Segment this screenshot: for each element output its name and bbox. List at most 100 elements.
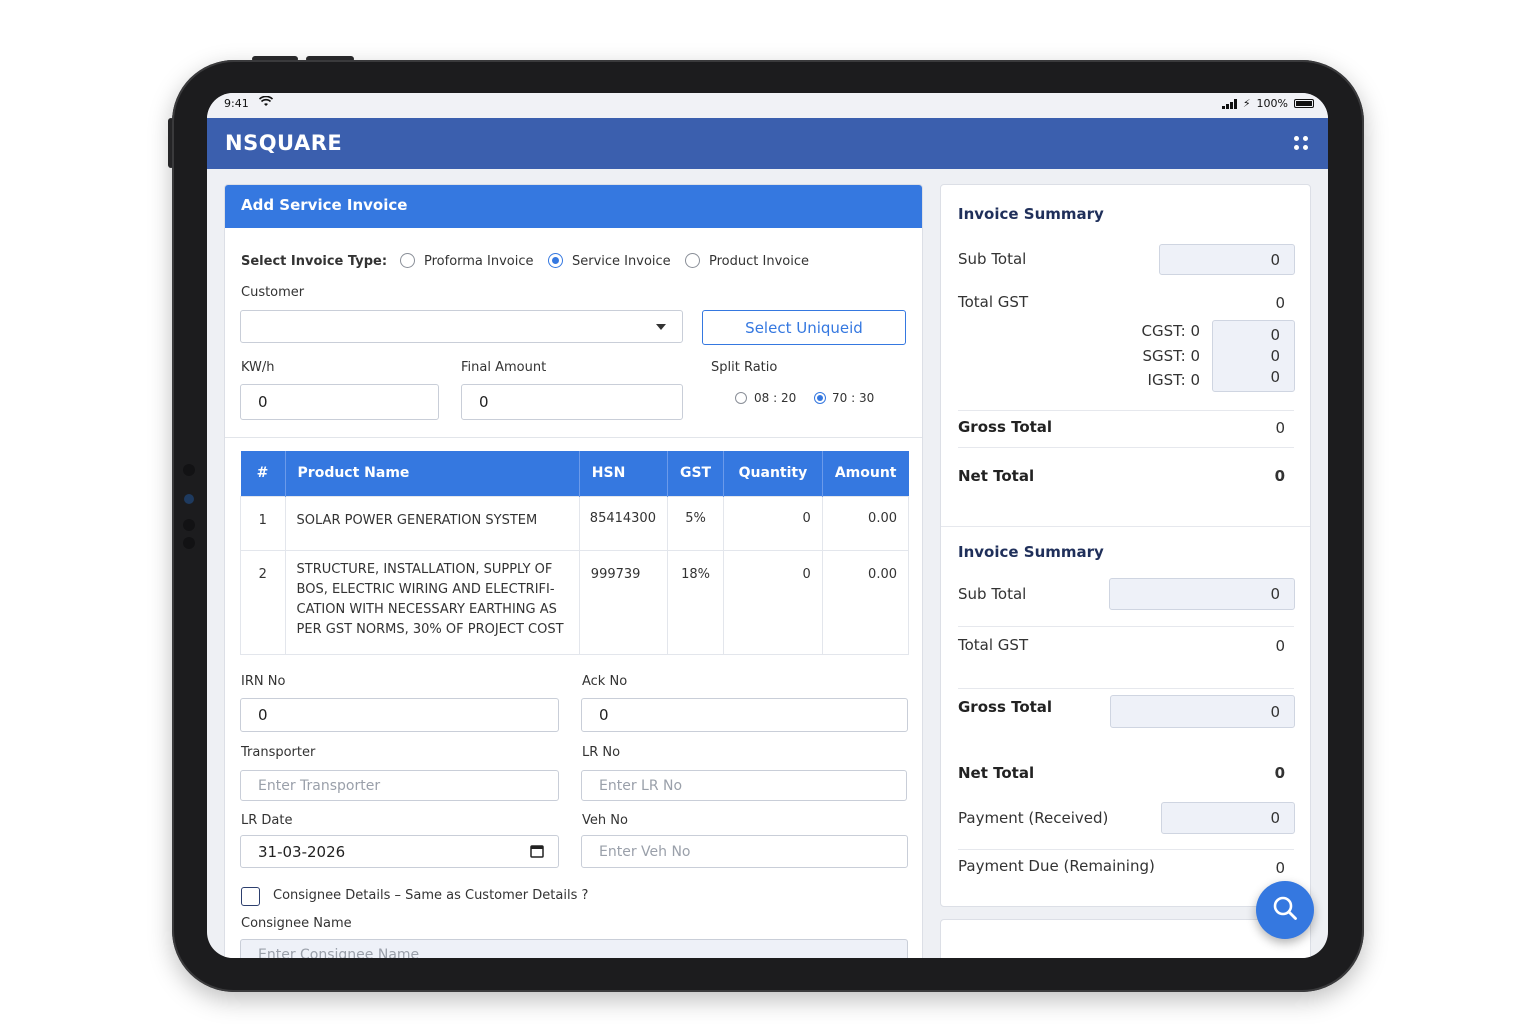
consignee-name-label: Consignee Name [241,916,352,931]
transporter-input[interactable]: Enter Transporter [240,770,559,801]
app-brand: NSQUARE [225,131,343,155]
split-70-30-label: 70 : 30 [832,391,875,405]
row-quantity[interactable]: 0 [723,495,823,551]
ack-label: Ack No [582,674,628,689]
summary-title: Invoice Summary [958,205,1104,223]
total-gst-label-2: Total GST [958,636,1029,654]
sgst-value: 0 [1270,346,1280,365]
gross-total-label: Gross Total [958,418,1053,436]
customer-label: Customer [241,285,305,300]
radio-product-label: Product Invoice [709,254,809,269]
wifi-icon [258,95,274,110]
customer-select[interactable] [240,310,683,343]
signal-icon [1221,98,1237,109]
irn-input[interactable]: 0 [240,698,559,732]
summary-divider [958,626,1294,627]
consignee-name-input[interactable]: Enter Consignee Name [240,939,908,958]
row-hsn: 999739 [578,549,668,655]
net-total-value: 0 [1274,467,1285,485]
battery-percent: 100% [1256,97,1288,110]
tablet-sensor [183,537,195,549]
cgst-value: 0 [1270,325,1280,344]
radio-service-label: Service Invoice [572,254,671,269]
gst-breakdown-field: 0 0 0 [1212,320,1295,392]
radio-product-invoice[interactable] [685,253,700,268]
col-header-quantity: Quantity [723,451,823,496]
kwh-input[interactable]: 0 [240,384,439,420]
radio-proforma-invoice[interactable] [400,253,415,268]
gross-total-value: 0 [1275,419,1285,437]
tablet-screen: 9:41 ⚡ 100% NSQUARE Add Service Invoice … [207,93,1328,958]
total-gst-value-2: 0 [1275,637,1285,655]
table-row: 1 SOLAR POWER GENERATION SYSTEM 85414300… [240,495,910,551]
table-row: 2 STRUCTURE, INSTALLATION, SUPPLY OF BOS… [240,549,910,655]
veh-no-input[interactable]: Enter Veh No [581,835,908,868]
payment-received-field[interactable]: 0 [1161,802,1295,834]
net-total-value-2: 0 [1274,764,1285,782]
total-gst-label: Total GST [958,293,1029,311]
igst-value: 0 [1270,368,1280,387]
tablet-sensor [183,464,195,476]
sub-total-label-2: Sub Total [958,585,1027,603]
row-product-name: STRUCTURE, INSTALLATION, SUPPLY OF BOS, … [284,549,580,655]
consignee-same-checkbox[interactable] [241,887,260,906]
status-bar: 9:41 ⚡ 100% [207,93,1328,118]
tablet-camera [184,494,194,504]
summary-divider [958,849,1294,850]
lr-date-input[interactable]: 31-03-2026 [240,835,559,868]
radio-split-70-30[interactable] [814,392,826,404]
col-header-gst: GST [667,451,725,496]
veh-no-label: Veh No [582,813,628,828]
row-number: 1 [240,495,286,551]
summary-section-divider [941,526,1310,527]
form-title: Add Service Invoice [225,185,922,228]
sub-total-field: 0 [1159,244,1295,275]
gross-total-field-2: 0 [1110,695,1295,728]
row-product-name: SOLAR POWER GENERATION SYSTEM [284,495,580,551]
tablet-sensor [183,519,195,531]
charging-icon: ⚡ [1242,97,1251,110]
col-header-number: # [240,451,286,496]
col-header-product-name: Product Name [285,451,580,496]
final-amount-label: Final Amount [461,360,547,375]
radio-proforma-label: Proforma Invoice [424,254,534,269]
col-header-hsn: HSN [579,451,668,496]
status-time: 9:41 [224,97,249,110]
search-icon [1272,895,1298,925]
row-quantity[interactable]: 0 [723,549,823,655]
cgst-label: CGST: 0 [1141,322,1201,340]
apps-menu-icon[interactable] [1294,136,1308,150]
final-amount-input[interactable]: 0 [461,384,683,420]
payment-received-label: Payment (Received) [958,809,1109,827]
split-08-20-label: 08 : 20 [754,391,797,405]
radio-service-invoice[interactable] [548,253,563,268]
net-total-label-2: Net Total [958,764,1035,782]
summary-divider [958,688,1294,689]
select-uniqueid-button[interactable]: Select Uniqueid [702,310,906,345]
payment-due-value: 0 [1275,859,1285,877]
product-table: # Product Name HSN GST Quantity Amount 1… [240,451,910,655]
lr-date-label: LR Date [241,813,293,828]
split-ratio-label: Split Ratio [711,360,778,375]
summary-divider [958,410,1294,411]
transporter-label: Transporter [241,745,316,760]
net-total-label: Net Total [958,467,1035,485]
kwh-label: KW/h [241,360,275,375]
table-header-row: # Product Name HSN GST Quantity Amount [240,451,909,496]
app-header: NSQUARE [207,118,1328,169]
row-hsn: 85414300 [578,495,668,551]
payment-due-label: Payment Due (Remaining) [958,857,1155,875]
battery-icon [1294,99,1314,108]
calendar-icon[interactable] [530,844,544,862]
row-number: 2 [240,549,286,655]
total-gst-value: 0 [1275,294,1285,312]
irn-label: IRN No [241,674,286,689]
lr-no-input[interactable]: Enter LR No [581,770,907,801]
radio-split-08-20[interactable] [735,392,747,404]
search-fab-button[interactable] [1256,881,1314,939]
row-amount: 0.00 [821,549,910,655]
sgst-label: SGST: 0 [1142,347,1200,365]
summary-divider [958,447,1294,448]
ack-input[interactable]: 0 [581,698,908,732]
invoice-summary-panel: Invoice Summary Sub Total 0 Total GST 0 … [940,184,1311,907]
